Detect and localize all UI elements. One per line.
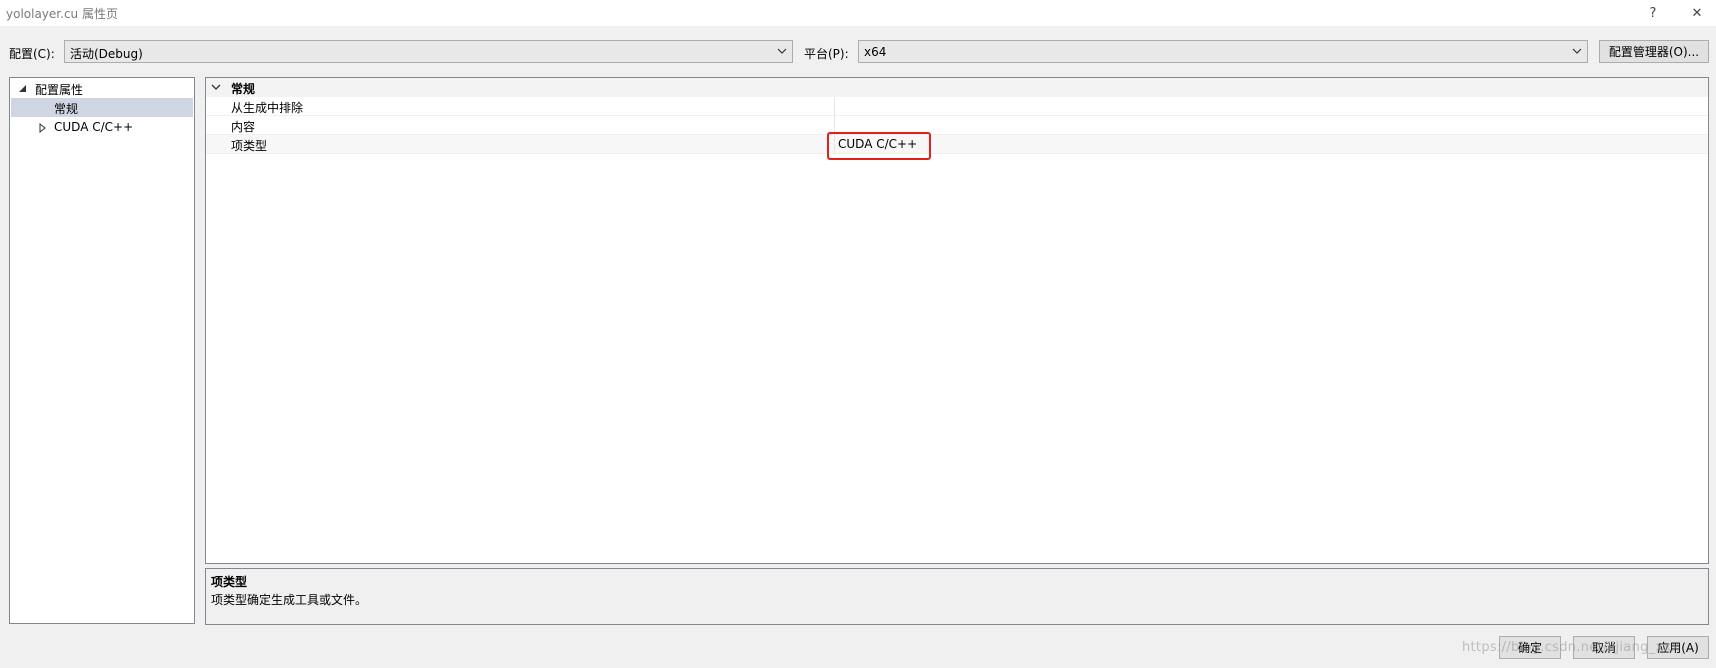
property-row-item-type[interactable]: 项类型 CUDA C/C++ [206,135,1708,154]
watermark: https://blog.csdn.net/lijiang_xxx [1462,640,1680,655]
tree-panel: 配置属性 常规 CUDA C/C++ [9,77,195,624]
help-button[interactable]: ? [1638,2,1668,24]
config-label: 配置(C): [9,47,55,61]
section-header-general[interactable]: 常规 [206,78,1708,97]
platform-value: x64 [864,45,887,59]
close-icon: ✕ [1691,5,1703,21]
property-grid: 常规 从生成中排除 内容 项类型 CUDA C/C++ [205,77,1709,564]
tree-item-label: 常规 [54,102,79,116]
tree-item-general[interactable]: 常规 [11,98,193,117]
chevron-down-icon [777,48,787,54]
property-name: 内容 [231,120,256,134]
description-panel: 项类型 项类型确定生成工具或文件。 [205,568,1709,625]
chevron-down-icon [1572,48,1582,54]
property-name: 从生成中排除 [231,101,304,115]
help-icon: ? [1649,5,1657,21]
window-title: yololayer.cu 属性页 [6,7,118,21]
platform-label: 平台(P): [804,47,849,61]
config-manager-button[interactable]: 配置管理器(O)... [1599,40,1709,63]
close-button[interactable]: ✕ [1682,2,1712,24]
description-text: 项类型确定生成工具或文件。 [211,593,368,607]
property-row-content[interactable]: 内容 [206,116,1708,135]
description-title: 项类型 [211,575,248,589]
tree-item-label: CUDA C/C++ [54,120,134,134]
section-title: 常规 [231,82,256,96]
property-name: 项类型 [231,139,268,153]
chevron-down-icon[interactable] [211,83,221,91]
config-value: 活动(Debug) [70,47,143,61]
title-bar: yololayer.cu 属性页 ? ✕ [0,0,1716,26]
annotation-highlight-box [827,132,931,160]
property-row-exclude-from-build[interactable]: 从生成中排除 [206,97,1708,116]
expanded-triangle-icon[interactable] [19,85,27,93]
collapsed-triangle-icon[interactable] [39,123,47,133]
tree-item-cuda[interactable]: CUDA C/C++ [11,118,193,137]
tree-root-label: 配置属性 [35,83,84,97]
config-dropdown[interactable]: 活动(Debug) [64,40,793,63]
platform-dropdown[interactable]: x64 [858,40,1588,63]
tree-item-config-properties[interactable]: 配置属性 [11,79,193,98]
